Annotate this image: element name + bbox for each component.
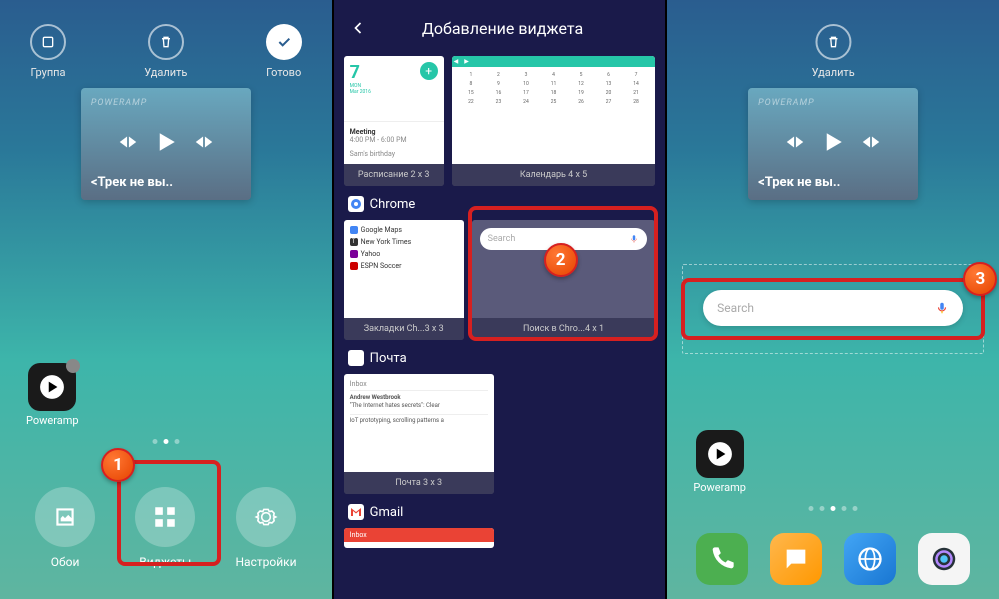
dock: [667, 533, 999, 585]
delete-button[interactable]: Удалить: [144, 24, 187, 79]
track-name: <Трек не вы..: [91, 175, 241, 190]
music-controls: [91, 127, 241, 157]
chrome-search-widget[interactable]: Search Поиск в Chro...4 x 1: [472, 220, 656, 340]
wallpaper-label: Обои: [51, 555, 80, 569]
page-dots: [152, 439, 179, 444]
delete-label: Удалить: [144, 66, 187, 79]
mail-widget[interactable]: Inbox Andrew Westbrook "The Internet hat…: [344, 374, 494, 494]
bottom-menu: Обои Виджеты Настройки: [0, 487, 332, 569]
page-dots: [809, 506, 858, 511]
annotation-1-badge: 1: [101, 448, 135, 482]
gmail-widget[interactable]: Inbox: [344, 528, 494, 548]
widgets-button[interactable]: Виджеты: [135, 487, 195, 569]
back-icon[interactable]: [348, 18, 368, 38]
settings-button[interactable]: Настройки: [236, 487, 297, 569]
wallpaper-button[interactable]: Обои: [35, 487, 95, 569]
delete-zone[interactable]: Удалить: [812, 24, 855, 79]
bookmarks-widget[interactable]: Google Maps TNew York Times Yahoo ESPN S…: [344, 220, 464, 340]
prev-icon[interactable]: [117, 131, 139, 153]
music-controls: [758, 127, 908, 157]
picker-header: Добавление виджета: [334, 0, 666, 56]
next-icon[interactable]: [860, 131, 882, 153]
screen-1-edit-mode: Группа Удалить Готово POWERAMP <Трек не …: [0, 0, 332, 599]
mail-section: Почта: [348, 350, 656, 366]
schedule-widget[interactable]: 7MONMar 2016 + Meeting 4:00 PM - 6:00 PM…: [344, 56, 444, 186]
mic-icon: [629, 234, 639, 244]
annotation-2-badge: 2: [544, 243, 578, 277]
mail-label: Почта 3 x 3: [344, 472, 494, 494]
music-widget[interactable]: POWERAMP <Трек не вы..: [81, 88, 251, 200]
annotation-3-badge: 3: [963, 262, 997, 296]
top-actions: Группа Удалить Готово: [0, 0, 332, 79]
poweramp-app-icon[interactable]: Poweramp: [693, 430, 746, 494]
gmail-section: Gmail: [348, 504, 656, 520]
poweramp-label: Poweramp: [693, 481, 746, 494]
camera-app[interactable]: [918, 533, 970, 585]
messages-app[interactable]: [770, 533, 822, 585]
settings-label: Настройки: [236, 555, 297, 569]
prev-icon[interactable]: [784, 131, 806, 153]
done-label: Готово: [266, 66, 301, 79]
browser-app[interactable]: [844, 533, 896, 585]
search-widget-label: Поиск в Chro...4 x 1: [472, 318, 656, 340]
play-icon[interactable]: [151, 127, 181, 157]
bookmarks-label: Закладки Ch...3 x 3: [344, 318, 464, 340]
screen-2-widget-picker: Добавление виджета 7MONMar 2016 + Meetin…: [334, 0, 666, 599]
chrome-section: Chrome: [348, 196, 656, 212]
screen-3-placed: Удалить POWERAMP <Трек не вы.. Search Po…: [667, 0, 999, 599]
poweramp-brand: POWERAMP: [758, 98, 908, 108]
search-placeholder: Search: [717, 301, 754, 315]
group-label: Группа: [30, 66, 65, 79]
search-widget-placed[interactable]: Search: [703, 290, 963, 326]
poweramp-label: Poweramp: [26, 414, 79, 427]
picker-title: Добавление виджета: [384, 19, 622, 38]
play-icon[interactable]: [818, 127, 848, 157]
next-icon[interactable]: [193, 131, 215, 153]
mic-icon[interactable]: [935, 301, 949, 315]
music-widget[interactable]: POWERAMP <Трек не вы..: [748, 88, 918, 200]
calendar-widget[interactable]: ◀ ▶ 1234567 891011121314 15161718192021 …: [452, 56, 656, 186]
phone-app[interactable]: [696, 533, 748, 585]
group-button[interactable]: Группа: [30, 24, 66, 79]
track-name: <Трек не вы..: [758, 175, 908, 190]
poweramp-brand: POWERAMP: [91, 98, 241, 108]
delete-label: Удалить: [812, 66, 855, 79]
calendar-label: Календарь 4 x 5: [452, 164, 656, 186]
widget-list[interactable]: 7MONMar 2016 + Meeting 4:00 PM - 6:00 PM…: [334, 56, 666, 599]
schedule-label: Расписание 2 x 3: [344, 164, 444, 186]
done-button[interactable]: Готово: [266, 24, 302, 79]
widgets-label: Виджеты: [139, 555, 191, 569]
poweramp-app-icon[interactable]: Poweramp: [26, 363, 79, 427]
